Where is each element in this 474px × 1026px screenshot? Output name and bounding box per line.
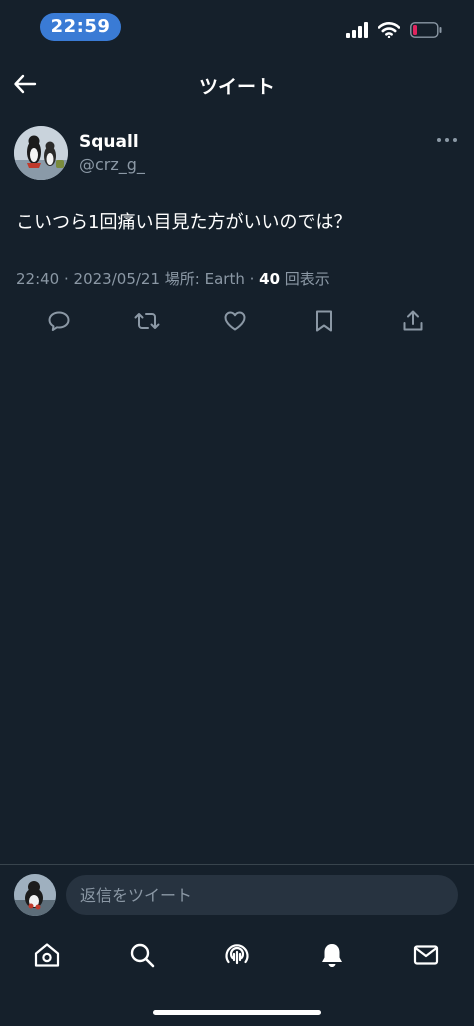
- status-bar: 22:59: [0, 0, 474, 54]
- home-icon: [33, 941, 61, 969]
- more-horizontal-icon-dot: [445, 138, 449, 142]
- more-options-button[interactable]: [437, 134, 457, 146]
- tweet-author[interactable]: Squall @crz_g_: [79, 132, 145, 176]
- avatar[interactable]: [14, 874, 56, 916]
- status-time: 22:59: [40, 13, 121, 41]
- like-button[interactable]: [220, 306, 250, 336]
- bookmark-icon: [313, 309, 335, 333]
- reply-composer-bar: [0, 864, 474, 927]
- mail-icon: [412, 941, 440, 969]
- bookmark-button[interactable]: [309, 306, 339, 336]
- views-label[interactable]: 回表示: [280, 270, 330, 288]
- tweet-text: こいつら1回痛い目見た方がいいのでは？: [16, 212, 352, 233]
- top-navigation-header: ツイート: [0, 60, 474, 108]
- views-count[interactable]: 40: [259, 270, 280, 288]
- tweet-date[interactable]: 2023/05/21: [74, 270, 160, 288]
- share-icon: [401, 309, 425, 333]
- reply-bubble-icon: [47, 309, 71, 333]
- search-icon: [128, 941, 156, 969]
- meta-separator: ·: [59, 270, 74, 288]
- share-button[interactable]: [398, 306, 428, 336]
- reply-input[interactable]: [66, 875, 458, 915]
- cellular-signal-icon: [346, 22, 368, 38]
- tab-search[interactable]: [122, 939, 162, 971]
- bottom-tab-bar: [0, 926, 474, 1026]
- avatar[interactable]: [14, 126, 68, 180]
- tweet-actions: [0, 306, 474, 336]
- spaces-icon: [223, 941, 251, 969]
- tweet-time[interactable]: 22:40: [16, 270, 59, 288]
- author-handle[interactable]: @crz_g_: [79, 154, 145, 176]
- tweet-location: 場所: Earth: [160, 270, 245, 288]
- tweet-meta: 22:40 · 2023/05/21 場所: Earth · 40 回表示: [16, 268, 330, 289]
- tab-notifications[interactable]: [312, 939, 352, 971]
- retweet-icon: [134, 309, 160, 333]
- battery-low-icon: [410, 22, 442, 38]
- page-title: ツイート: [198, 76, 275, 98]
- meta-separator: ·: [244, 270, 260, 288]
- status-icons: [346, 20, 442, 40]
- heart-icon: [223, 309, 247, 333]
- bell-icon: [318, 941, 346, 969]
- tab-home[interactable]: [27, 939, 67, 971]
- tab-spaces[interactable]: [217, 939, 257, 971]
- wifi-icon: [378, 22, 400, 38]
- author-display-name[interactable]: Squall: [79, 132, 145, 152]
- more-horizontal-icon-dot: [437, 138, 441, 142]
- reply-button[interactable]: [44, 306, 74, 336]
- retweet-button[interactable]: [132, 306, 162, 336]
- home-indicator: [153, 1010, 321, 1015]
- tab-messages[interactable]: [406, 939, 446, 971]
- more-horizontal-icon-dot: [453, 138, 457, 142]
